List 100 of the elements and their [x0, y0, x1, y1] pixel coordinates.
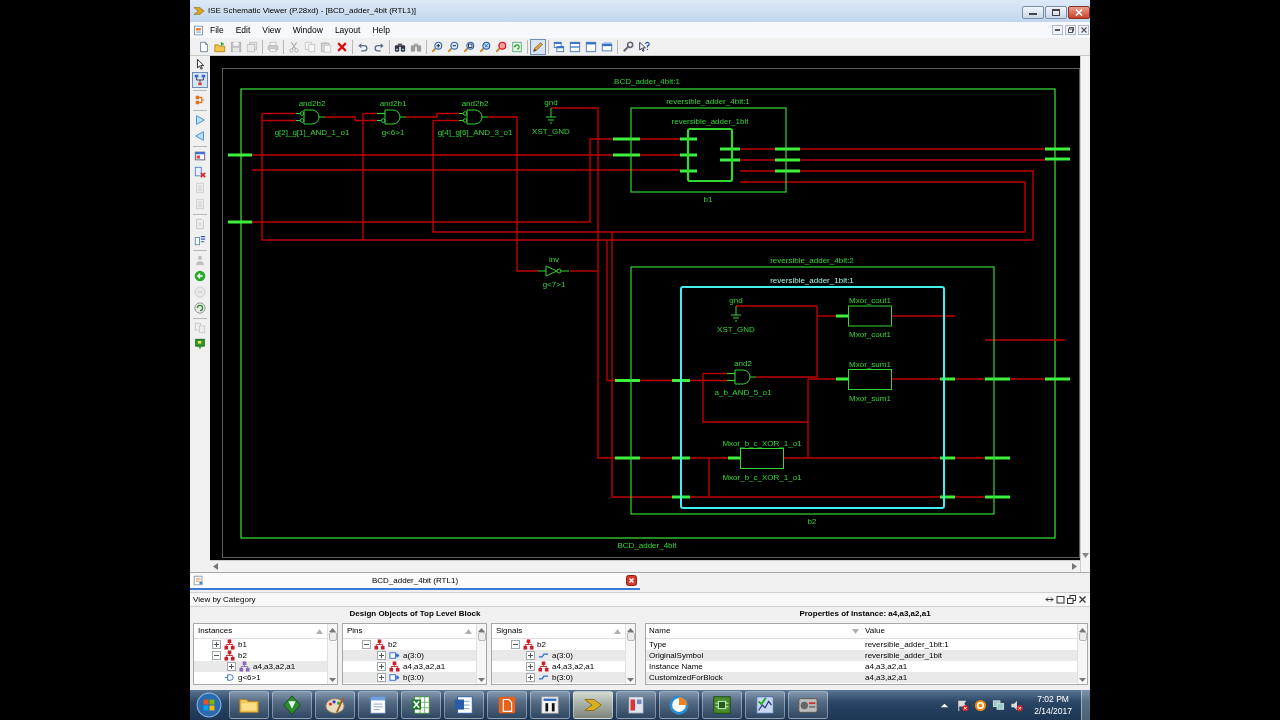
tree-row[interactable]: a4,a3,a2,a1: [492, 661, 625, 672]
menu-item[interactable]: Layout: [328, 23, 367, 37]
vertical-scrollbar[interactable]: [1077, 624, 1087, 684]
minimize-button[interactable]: [1022, 6, 1044, 19]
expand-icon[interactable]: [212, 640, 221, 649]
maximize-icon[interactable]: [1056, 595, 1065, 604]
scroll-down-icon[interactable]: [478, 678, 485, 682]
hierarchy-icon: [374, 639, 385, 650]
tree-item-label: a(3:0): [403, 650, 424, 661]
scroll-down-icon[interactable]: [627, 678, 634, 682]
taskbar-button[interactable]: [745, 691, 785, 719]
vertical-scrollbar[interactable]: [476, 624, 486, 684]
tree-item-label: b2: [537, 639, 546, 650]
scroll-thumb[interactable]: [328, 632, 337, 641]
tree-row[interactable]: b(3:0): [343, 672, 476, 683]
device-icon[interactable]: [625, 694, 647, 716]
expand-icon[interactable]: [526, 651, 535, 660]
menu-item[interactable]: Window: [286, 23, 329, 37]
tree-row[interactable]: g<6>1: [194, 672, 327, 683]
tree-item-label: b(3:0): [552, 672, 573, 683]
scroll-left-icon[interactable]: [213, 563, 218, 570]
taskbar-button[interactable]: [702, 691, 742, 719]
taskbar-button[interactable]: [315, 691, 355, 719]
property-name: CustomizedForBlock: [649, 672, 723, 683]
minimize-icon[interactable]: [1029, 10, 1037, 15]
expand-icon[interactable]: [377, 651, 386, 660]
taskbar-button[interactable]: [487, 691, 527, 719]
column-header[interactable]: Name: [646, 626, 862, 636]
document-icon[interactable]: [367, 694, 389, 716]
instance-label: XST_GND: [717, 325, 755, 334]
tree-row[interactable]: b1: [194, 639, 327, 650]
scroll-thumb[interactable]: [626, 632, 635, 641]
scroll-down-icon[interactable]: [329, 678, 336, 682]
spreadsheet-icon[interactable]: [410, 694, 432, 716]
collapse-icon[interactable]: [362, 640, 371, 649]
scroll-thumb[interactable]: [477, 632, 486, 641]
expand-icon[interactable]: [526, 662, 535, 671]
taskbar-button[interactable]: [616, 691, 656, 719]
restore-icon[interactable]: [1067, 595, 1076, 604]
expand-icon[interactable]: [377, 673, 386, 682]
tree-row[interactable]: b(3:0): [492, 672, 625, 683]
taskbar-button[interactable]: [659, 691, 699, 719]
column-header[interactable]: Value: [862, 626, 1077, 636]
collapse-icon[interactable]: [212, 651, 221, 660]
tree-row[interactable]: a(3:0): [492, 650, 625, 661]
vertical-scrollbar[interactable]: [327, 624, 337, 684]
logic-block-symbol: [848, 369, 892, 390]
expand-icon[interactable]: [526, 673, 535, 682]
gate-type-label: Mxor_sum1: [849, 359, 891, 369]
taskbar-button[interactable]: [358, 691, 398, 719]
resize-icon[interactable]: [1045, 595, 1054, 604]
diamond-icon[interactable]: [281, 694, 303, 716]
tree-row[interactable]: a4,a3,a2,a1: [343, 661, 476, 672]
ring-icon[interactable]: [668, 694, 690, 716]
tree-row[interactable]: b2: [194, 650, 327, 661]
chip-icon[interactable]: [711, 694, 733, 716]
expand-icon[interactable]: [227, 662, 236, 671]
close-icon[interactable]: [626, 575, 637, 586]
expand-icon[interactable]: [377, 662, 386, 671]
document-icon[interactable]: [496, 694, 518, 716]
maximize-button[interactable]: [1045, 6, 1067, 19]
document-tab[interactable]: BCD_adder_4bit (RTL1): [190, 573, 640, 590]
flag-icon[interactable]: [956, 698, 970, 712]
property-name: Type: [649, 639, 667, 650]
menu-item[interactable]: Edit: [229, 23, 257, 37]
close-icon[interactable]: [1078, 595, 1087, 604]
tree-row[interactable]: a4,a3,a2,a1: [194, 661, 327, 672]
minimize-button[interactable]: [1052, 25, 1063, 35]
horizontal-scrollbar[interactable]: [210, 560, 1080, 572]
tree-row[interactable]: b2: [492, 639, 625, 650]
taskbar-button[interactable]: [401, 691, 441, 719]
scroll-thumb[interactable]: [1078, 632, 1087, 641]
module-title: BCD_adder_4bit:1: [614, 77, 680, 86]
menu-item[interactable]: View: [256, 23, 287, 37]
chart-icon[interactable]: [754, 694, 776, 716]
show-desktop-button[interactable]: [1081, 690, 1090, 720]
maximize-icon[interactable]: [1052, 9, 1060, 16]
taskbar-button[interactable]: [229, 691, 269, 719]
scroll-down-icon[interactable]: [1082, 553, 1089, 558]
tree-row[interactable]: a(3:0): [343, 650, 476, 661]
vertical-scrollbar[interactable]: [1080, 56, 1090, 572]
taskbar-button[interactable]: [444, 691, 484, 719]
vertical-scrollbar[interactable]: [625, 624, 635, 684]
tree-row[interactable]: b2: [343, 639, 476, 650]
ring-icon[interactable]: [974, 698, 988, 712]
scroll-down-icon[interactable]: [1079, 678, 1086, 682]
tile-icon[interactable]: [539, 694, 561, 716]
instance-label: XST_GND: [532, 127, 570, 136]
collapse-icon[interactable]: [511, 640, 520, 649]
taskbar-button[interactable]: [530, 691, 570, 719]
menu-item[interactable]: File: [204, 23, 230, 37]
palette-icon[interactable]: [324, 694, 346, 716]
taskbar-button[interactable]: [272, 691, 312, 719]
document-icon[interactable]: [453, 694, 475, 716]
menu-item[interactable]: Help: [366, 23, 396, 37]
block-name: b2: [807, 517, 817, 526]
scroll-right-icon[interactable]: [1072, 563, 1077, 570]
close-button[interactable]: [1068, 6, 1090, 19]
monitor-icon[interactable]: [992, 698, 1006, 712]
speaker-muted-icon[interactable]: [1010, 698, 1024, 712]
